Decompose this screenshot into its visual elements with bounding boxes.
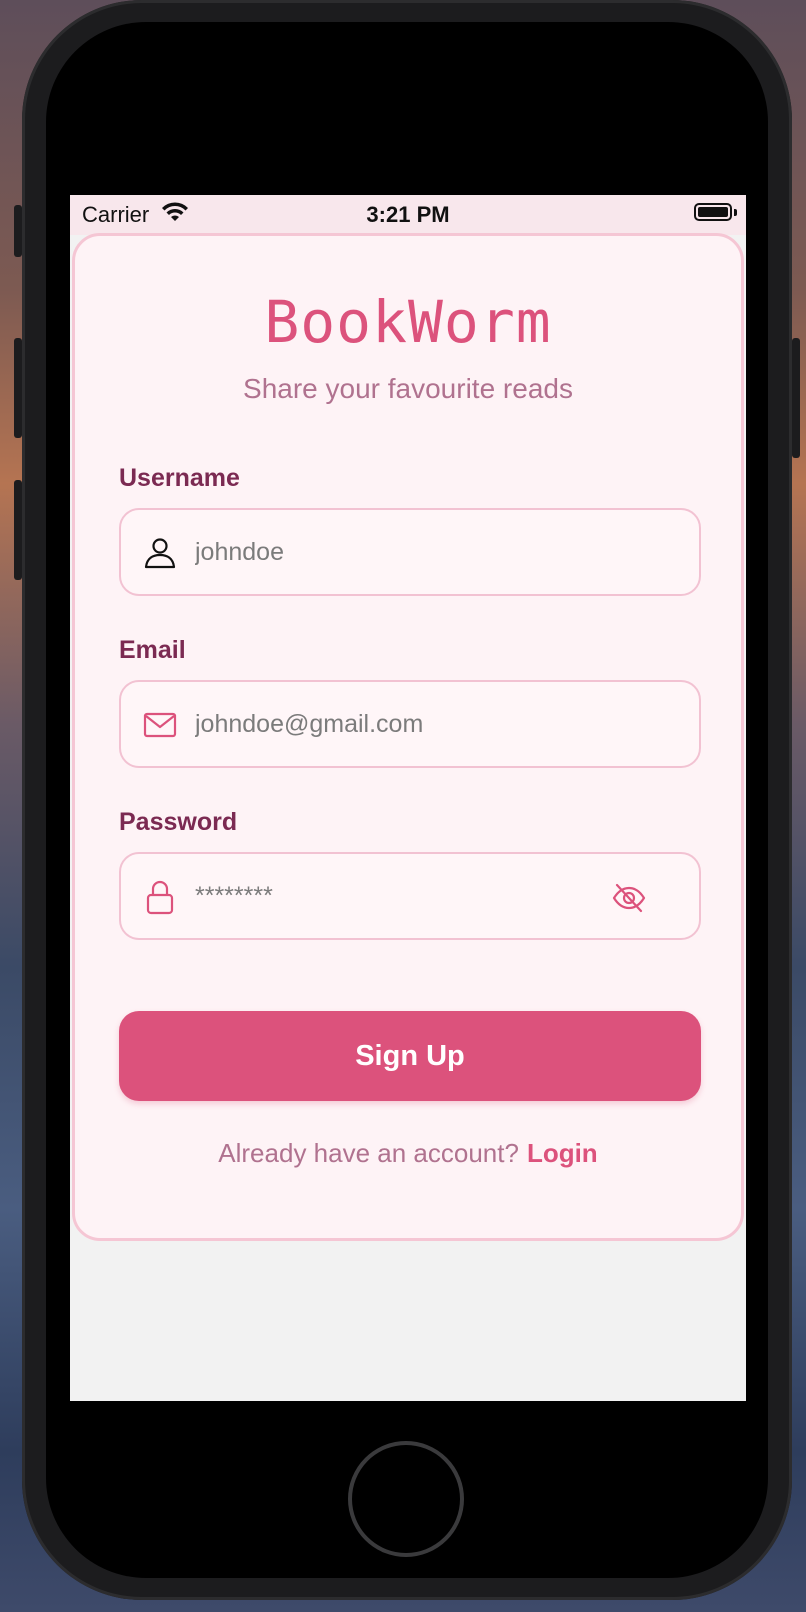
mute-switch <box>14 205 22 257</box>
password-label: Password <box>119 808 238 836</box>
email-label: Email <box>119 636 186 664</box>
app-screen: Carrier 3:21 PM BookWorm Share your favo… <box>70 195 746 1401</box>
username-input[interactable] <box>195 538 575 567</box>
status-bar: Carrier 3:21 PM <box>70 195 746 235</box>
volume-down-button <box>14 480 22 580</box>
home-button[interactable] <box>348 1441 464 1557</box>
eye-off-icon[interactable] <box>611 880 647 916</box>
password-field[interactable] <box>119 852 701 940</box>
power-button <box>792 338 800 458</box>
app-subtitle: Share your favourite reads <box>243 373 573 404</box>
email-field[interactable] <box>119 680 701 768</box>
app-title: BookWorm <box>264 288 552 356</box>
signup-card: BookWorm Share your favourite reads User… <box>72 233 744 1241</box>
email-input[interactable] <box>195 710 575 739</box>
username-label: Username <box>119 464 240 492</box>
login-prompt: Already have an account? Login <box>75 1138 741 1169</box>
status-time: 3:21 PM <box>366 202 450 227</box>
login-prompt-text: Already have an account? <box>218 1138 519 1168</box>
sign-up-button[interactable]: Sign Up <box>119 1011 701 1101</box>
username-field[interactable] <box>119 508 701 596</box>
user-icon <box>144 538 176 569</box>
battery-icon <box>694 203 732 221</box>
password-input[interactable] <box>195 882 575 911</box>
battery-cap <box>734 209 737 216</box>
battery-level <box>698 207 728 217</box>
mail-icon <box>143 712 177 738</box>
volume-up-button <box>14 338 22 438</box>
login-link[interactable]: Login <box>527 1138 598 1168</box>
lock-icon <box>146 880 174 915</box>
